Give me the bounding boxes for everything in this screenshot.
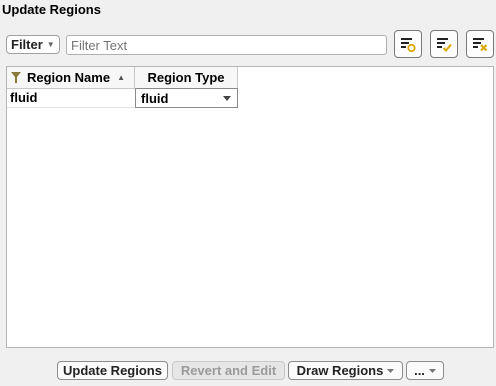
more-options-button[interactable]: ... (406, 361, 444, 380)
filter-dropdown-label: Filter (11, 37, 43, 52)
draw-regions-button[interactable]: Draw Regions (288, 361, 403, 380)
revert-and-edit-button[interactable]: Revert and Edit (172, 361, 285, 380)
more-options-label: ... (414, 363, 425, 378)
funnel-filter-icon[interactable] (11, 72, 21, 83)
draw-regions-label: Draw Regions (296, 363, 384, 378)
select-all-button[interactable] (430, 30, 458, 58)
update-regions-button[interactable]: Update Regions (57, 361, 168, 380)
table-header: Region Name ▲ Region Type (7, 67, 238, 89)
column-header-region-name[interactable]: Region Name ▲ (7, 67, 135, 88)
filter-text-input[interactable] (66, 35, 387, 55)
filter-dropdown[interactable]: Filter ▼ (6, 35, 60, 54)
filter-settings-icon (401, 38, 416, 53)
region-type-dropdown[interactable]: fluid (135, 88, 238, 108)
filter-settings-button[interactable] (394, 30, 422, 58)
sort-ascending-icon: ▲ (117, 73, 125, 82)
select-all-icon (437, 38, 452, 52)
chevron-down-icon (387, 368, 395, 373)
chevron-down-icon (428, 368, 436, 373)
deselect-all-icon (473, 38, 488, 52)
deselect-all-button[interactable] (466, 30, 494, 58)
region-type-value: fluid (141, 90, 169, 106)
chevron-down-icon: ▼ (46, 40, 55, 49)
column-header-region-type[interactable]: Region Type (135, 67, 238, 88)
action-bar: Update Regions Revert and Edit Draw Regi… (0, 361, 496, 380)
column-header-label: Region Type (147, 70, 225, 85)
column-header-label: Region Name (27, 70, 111, 85)
region-name-cell[interactable]: fluid (7, 88, 135, 108)
chevron-down-icon (223, 96, 231, 101)
regions-table: Region Name ▲ Region Type fluid fluid (6, 66, 494, 348)
panel-title: Update Regions (2, 2, 101, 17)
table-row[interactable]: fluid fluid (7, 88, 238, 108)
